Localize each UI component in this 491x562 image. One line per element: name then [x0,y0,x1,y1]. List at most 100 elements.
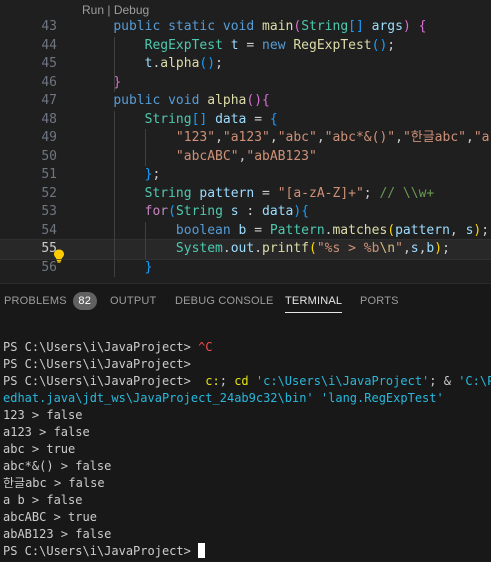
code-line[interactable]: 48 String[] data = { [0,111,491,130]
code-token: s [410,241,419,256]
tab-debug-console[interactable]: DEBUG CONSOLE [175,284,274,318]
terminal[interactable]: PS C:\Users\i\JavaProject> ^C PS C:\Users… [0,318,491,562]
code-token: , [466,130,474,145]
tab-output[interactable]: OUTPUT [110,284,156,318]
code-token: s [230,204,239,219]
terminal-text: 123 > false [3,408,83,422]
terminal-text: 'c:\Users\i\JavaProject' [255,374,430,388]
code-token: static [168,19,216,34]
code-line[interactable]: 47 public void alpha(){ [0,92,491,111]
code-line[interactable]: 55 System.out.printf("%s > %b\n",s,b); [0,239,491,260]
terminal-text: ^C [198,340,213,354]
line-number: 45 [41,56,57,71]
code-token: () [371,37,388,53]
tab-ports[interactable]: PORTS [360,284,399,318]
code-token: ) [434,241,443,256]
code-token: for [144,204,169,219]
indent-guide [145,221,146,259]
code-line[interactable]: 51 }; [0,166,491,185]
terminal-line: PS C:\Users\i\JavaProject> [3,356,191,373]
terminal-line: a b > false [3,492,82,509]
code-token: String [301,19,349,34]
code-token: data [262,204,294,219]
debug-codelens-link[interactable]: Debug [114,3,149,17]
terminal-text: ; [219,374,235,388]
terminal-text: ; & [429,374,459,388]
code-token: , [316,130,325,145]
line-number: 43 [41,19,57,34]
code-line[interactable]: 50 "abcABC","abAB123" [0,148,491,167]
code-line[interactable]: 46 } [0,74,491,93]
tab-terminal[interactable]: TERMINAL [285,284,343,318]
code-token: "123" [175,130,216,145]
code-line[interactable]: 49 "123","a123","abc","abc*&()","한글abc",… [0,129,491,148]
line-number: 53 [41,204,57,219]
code-token: ; [363,185,380,201]
code-token: data [215,111,247,127]
code-token: RegExpTest [293,37,372,53]
run-codelens-link[interactable]: Run [82,3,104,17]
code-line[interactable]: 54 boolean b = Pattern.matches(pattern, … [0,222,491,241]
code-line[interactable]: 44 RegExpTest t = new RegExpTest(); [0,37,491,56]
codelens: Run | Debug [82,3,149,18]
code-line[interactable]: 56 } [0,259,491,278]
code-token: = [246,222,270,238]
terminal-text: abcABC > true [3,510,97,524]
tab-terminal-label: TERMINAL [285,295,343,307]
code-token: , [449,222,466,238]
code-token: ) [402,19,411,34]
code-token: "abAB123" [246,148,317,164]
code-token: Pattern [269,222,325,238]
code-token: ; [442,241,450,256]
terminal-text: abc*&() > false [3,459,112,473]
terminal-text: PS C:\Users\i\JavaProject> [3,544,199,558]
code-token: alpha [160,56,200,71]
code-line[interactable]: 52 String pattern = "[a-zA-Z]+"; // \\w+ [0,185,491,204]
code-token: new [262,37,286,53]
code-token: System [175,241,223,256]
code-token: t [230,37,239,53]
code-token: ( [387,222,396,238]
code-token: { [262,93,270,108]
tab-debug-console-label: DEBUG CONSOLE [175,295,274,307]
code-token: matches [332,222,388,238]
code-token: () [246,93,263,108]
code-token: " [395,241,403,256]
code-text: boolean b = Pattern.matches(pattern, s); [82,222,489,241]
line-number: 44 [41,37,57,53]
codelens-separator: | [104,3,114,17]
code-token: public [113,19,161,34]
code-line[interactable]: 45 t.alpha(); [0,55,491,74]
terminal-text: abAB123 > false [3,527,112,541]
code-line[interactable]: 53 for(String s : data){ [0,203,491,222]
terminal-line: PS C:\Users\i\JavaProject> [3,543,206,560]
code-text: public void alpha(){ [82,92,270,111]
code-token: , [402,241,411,256]
line-number: 49 [41,130,57,145]
code-token: \n [379,241,396,256]
code-text: }; [82,166,161,185]
lightbulb-icon[interactable] [53,248,65,263]
code-token: { [301,204,310,219]
code-token: () [199,56,216,71]
terminal-line: PS C:\Users\i\JavaProject> c:; cd 'c:\Us… [3,373,491,390]
code-token: { [269,111,278,127]
code-editor[interactable]: Run | Debug 43 public static void main(S… [0,0,491,283]
problems-count-badge: 82 [72,292,97,310]
code-token: printf [262,241,309,256]
code-text: t.alpha(); [82,55,223,74]
line-number: 46 [41,74,57,90]
code-line[interactable]: 43 public static void main(String[] args… [0,18,491,37]
tab-problems[interactable]: PROBLEMS 82 [4,284,97,318]
terminal-line: abcABC > true [3,509,97,526]
code-token: main [262,19,294,34]
